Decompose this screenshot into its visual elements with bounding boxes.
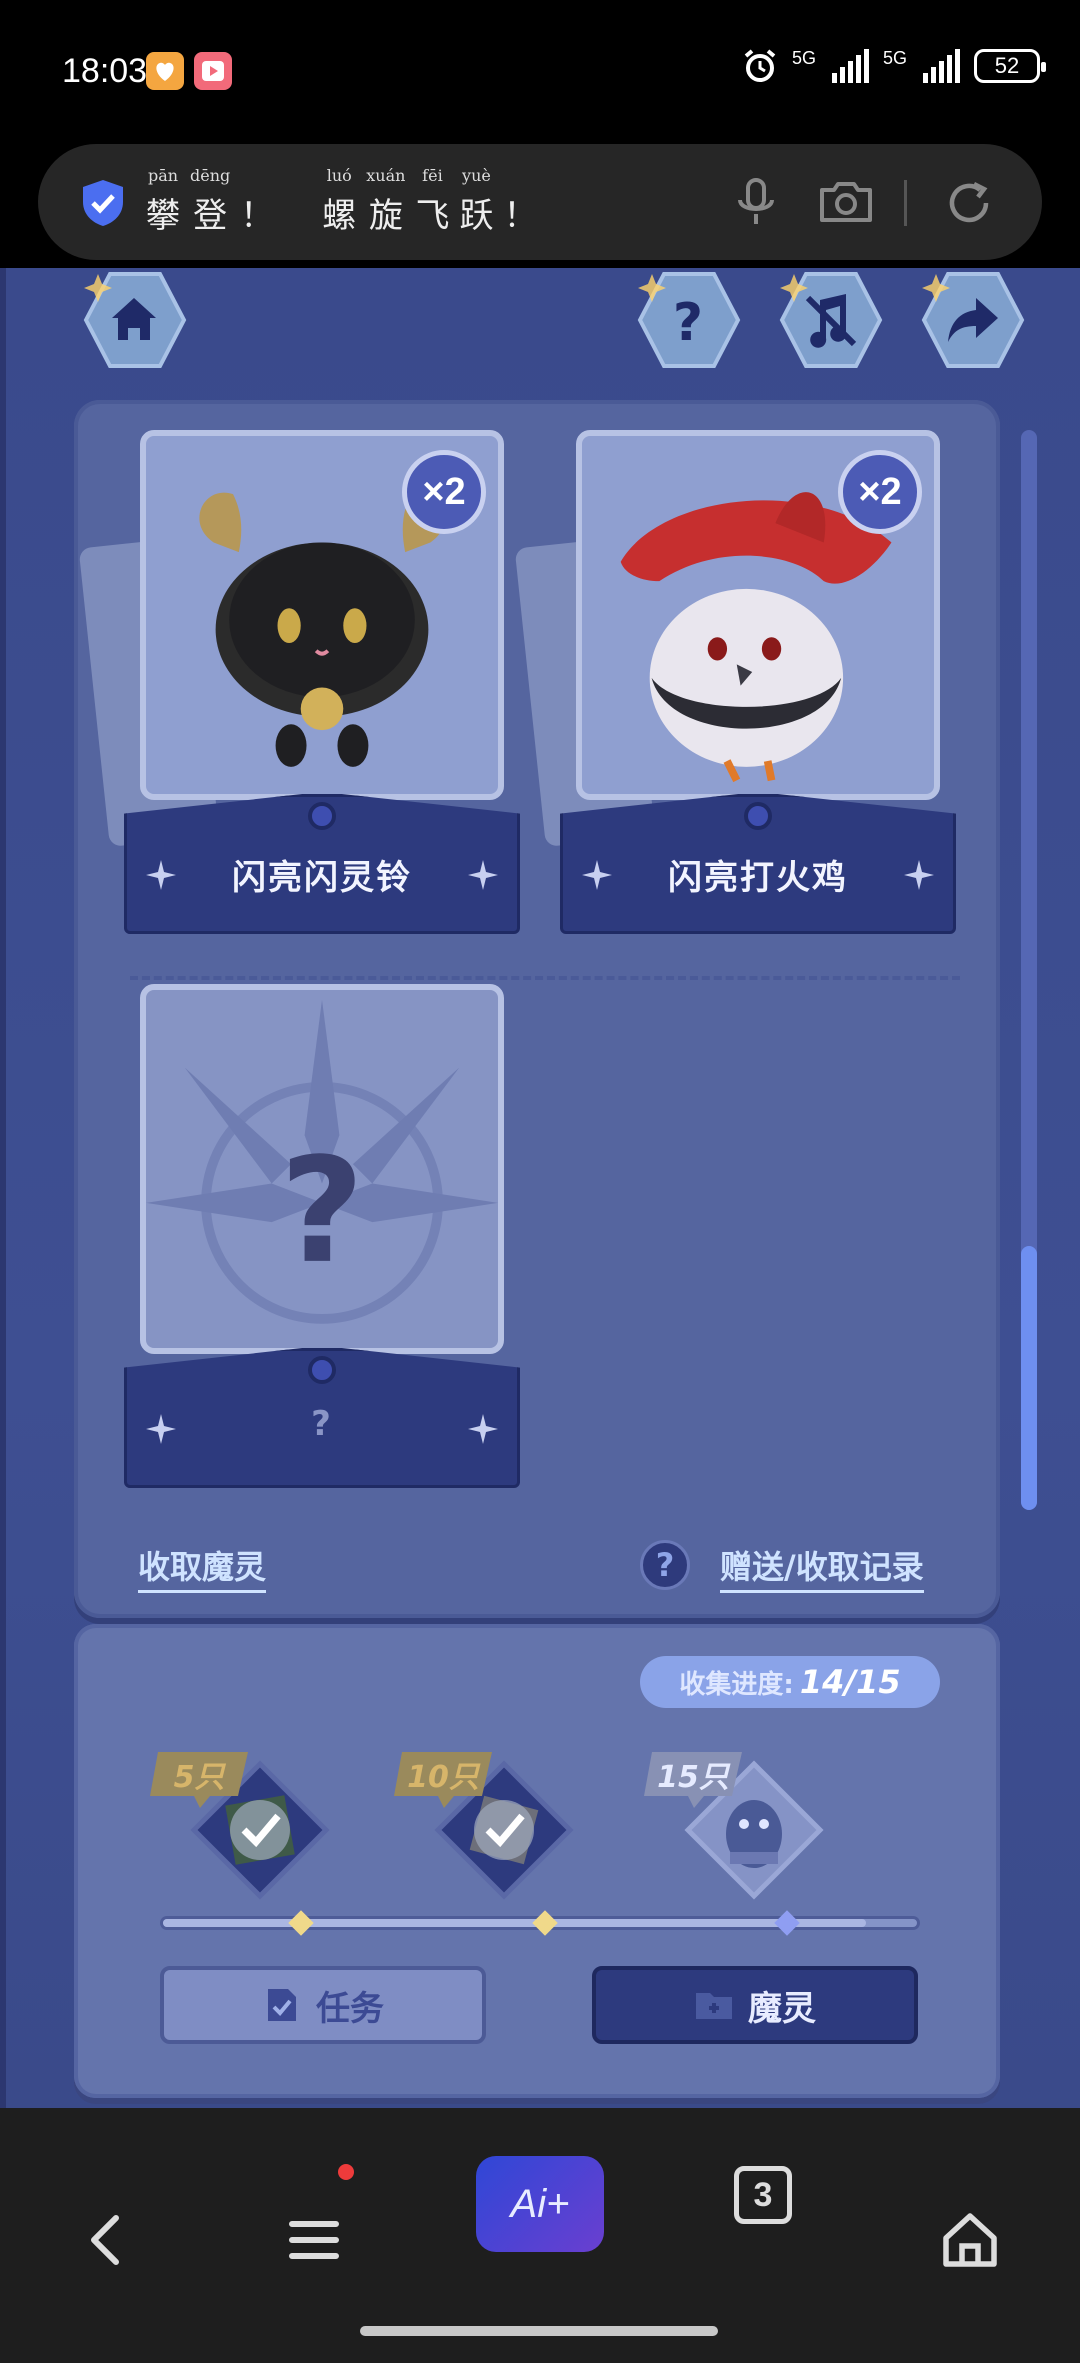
count-badge: ×2 [402,450,486,534]
menu-button[interactable] [274,2200,354,2280]
microphone-icon[interactable] [732,176,780,228]
browser-bar: pān 攀 dēng 登！ luó 螺 xuán 旋 fēi 飞 yuè 跃！ [0,140,1080,268]
tasks-tab-label: 任务 [316,1988,384,2029]
milestone-tag: 15只 [657,1760,729,1795]
status-bar: 18:03 5G 5G 52 [0,0,1080,140]
scrollbar-thumb[interactable] [1021,1246,1037,1510]
hanzi: 旋 [368,196,403,236]
collection-progress: 收集进度: 14/15 [640,1656,940,1708]
pinyin: dēng [190,166,231,188]
divider [904,180,907,226]
milestone-tag: 5只 [173,1760,225,1795]
search-word: ！ [240,166,274,237]
locked-card-image: ? [146,999,498,1324]
browser-nav-bar: Ai+ 3 [0,2108,1080,2363]
card-name: 闪亮打火鸡 [668,858,848,898]
spirit-card[interactable]: ×2 闪亮打火鸡 [514,430,956,934]
hanzi: 跃 [459,196,494,236]
hanzi: 飞 [415,196,450,236]
notification-dot [338,2164,354,2180]
ai-button[interactable]: Ai+ [476,2156,604,2252]
pinyin: yuè [462,166,491,188]
spirit-card[interactable]: ×2 闪亮闪灵铃 [78,430,520,934]
sound-off-button[interactable] [776,270,884,370]
pinyin: pān [147,166,179,188]
search-word: ！ [503,166,537,237]
progress-value: 14/15 [799,1663,901,1701]
alarm-icon [744,49,776,82]
camera-icon[interactable] [818,180,874,224]
pinyin: xuán [366,166,406,188]
search-word: dēng 登 [190,166,231,237]
records-help-icon[interactable]: ? [640,1540,690,1590]
search-word: pān 攀 [146,166,180,237]
home-nav-button[interactable] [930,2200,1010,2280]
signal-icon [831,49,869,83]
progress-label: 收集进度: [679,1669,794,1700]
menu-icon [289,2221,339,2259]
search-input[interactable]: pān 攀 dēng 登！ luó 螺 xuán 旋 fēi 飞 yuè 跃！ [38,144,1042,260]
network-label-2: 5G [882,48,907,68]
progress-track-fill [163,1919,867,1927]
svg-text:?: ? [280,1127,364,1296]
milestone-reward[interactable]: 5只 [150,1736,350,1926]
collect-spirits-link[interactable]: 收取魔灵 [138,1542,267,1593]
network-label-1: 5G [791,48,816,68]
battery-icon: 52 [974,49,1046,83]
pinyin: luó [326,166,352,188]
spirit-card-locked[interactable]: ? ? [124,984,520,1488]
hanzi: 攀 [146,196,180,236]
hanzi: 登 [193,196,228,236]
hanzi: ！ [240,196,275,236]
milestone-tag: 10只 [407,1760,479,1795]
reload-icon[interactable] [944,178,994,228]
gift-records-link[interactable]: 赠送/收取记录 [720,1542,924,1593]
search-word: luó 螺 [322,166,356,237]
scrollbar[interactable] [1021,430,1037,1510]
search-word: xuán 旋 [366,166,406,237]
search-word: yuè 跃 [459,166,493,237]
tabs-button[interactable]: 3 [734,2166,792,2224]
count-badge: ×2 [838,450,922,534]
folder-icon [696,1993,732,2019]
back-button[interactable] [68,2200,148,2280]
milestone-reward-locked[interactable]: 15只 [644,1736,844,1926]
card-name: 闪亮闪灵铃 [232,858,412,898]
home-button[interactable] [80,270,188,370]
hanzi: 螺 [322,196,357,236]
spirits-tab-label: 魔灵 [748,1988,816,2029]
signal-icon [923,49,960,83]
orange-app-icon [146,52,184,90]
pinyin: fēi [422,166,443,188]
spirits-tab-button[interactable]: 魔灵 [592,1966,918,2044]
tasks-tab-button[interactable]: 任务 [160,1966,486,2044]
red-video-app-icon [194,52,232,90]
hanzi: ！ [503,196,538,236]
search-query: pān 攀 dēng 登！ luó 螺 xuán 旋 fēi 飞 yuè 跃！ [146,166,537,237]
divider [130,976,960,980]
card-name: ? [311,1404,333,1444]
shield-icon [83,180,123,226]
home-icon [943,2213,997,2267]
milestone-reward[interactable]: 10只 [394,1736,594,1926]
help-button[interactable]: ? [634,270,742,370]
search-word: fēi 飞 [415,166,449,237]
task-doc-icon [268,1989,296,2021]
home-indicator[interactable] [360,2326,718,2336]
svg-text:?: ? [673,293,703,353]
back-arrow-icon [91,2215,119,2265]
share-button[interactable] [918,270,1026,370]
status-time: 18:03 [62,52,148,90]
